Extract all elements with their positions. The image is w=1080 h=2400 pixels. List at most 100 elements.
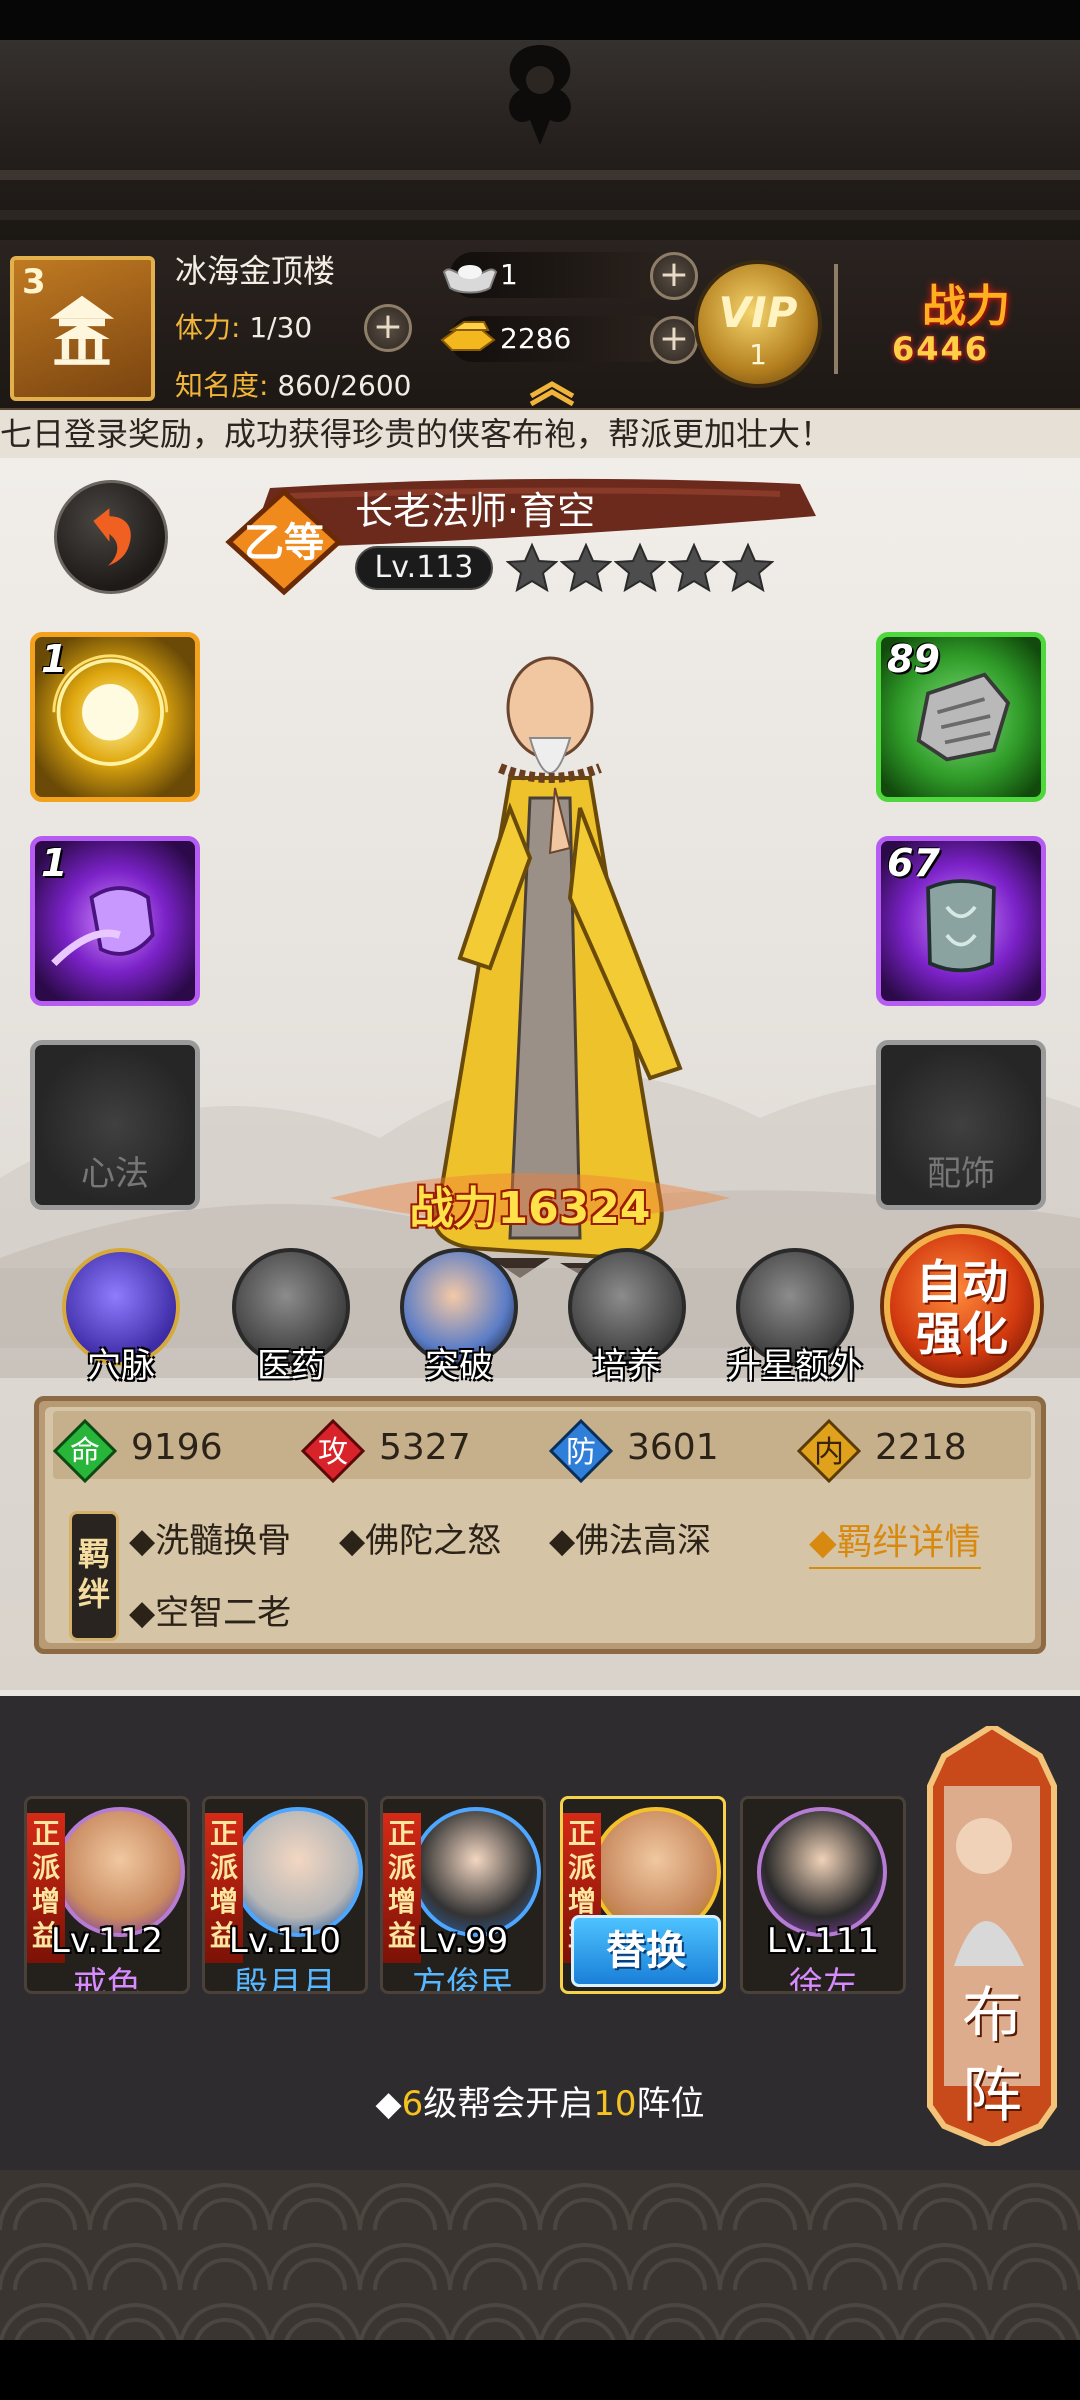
roof-decoration [0, 40, 1080, 240]
hero-portrait [55, 1807, 185, 1937]
internal-icon-text: 内 [814, 1435, 844, 1470]
vip-label: VIP [718, 288, 798, 337]
formation-tip: ◆6级帮会开启10阵位 [0, 2076, 1080, 2125]
skill-1-level: 1 [41, 637, 68, 681]
attack-value: 5327 [379, 1427, 471, 1468]
bond-tag: 羁绊 [69, 1511, 119, 1641]
hero-power-text: 战力16324 [330, 1172, 730, 1236]
roster-level: Lv.110 [228, 1921, 342, 1961]
gold-add-button[interactable]: + [650, 316, 698, 364]
system-nav-bar [0, 2340, 1080, 2400]
function-meridian[interactable]: 穴脉 [56, 1248, 186, 1388]
roster-name: 殷月月 [234, 1965, 336, 1994]
auto-strengthen-line2: 强化 [916, 1307, 1008, 1361]
roster-hero-card[interactable]: 正派增益 Lv.99 方俊民 [380, 1796, 546, 1994]
bond-item: ◆洗髓换骨 [129, 1521, 292, 1561]
function-star-extra[interactable]: 升星额外 [727, 1248, 863, 1388]
back-button[interactable] [54, 480, 168, 594]
swap-button[interactable]: 替换 [571, 1915, 721, 1987]
star-icon [560, 542, 612, 593]
chevron-up-icon[interactable] [527, 380, 577, 406]
guild-badge[interactable]: 3 [10, 256, 155, 401]
tip-guild-level: 6 [401, 2084, 424, 2124]
grade-text: 乙等 [244, 520, 324, 566]
announcement-text: 七日登录奖励，成功获得珍贵的侠客布袍，帮派更加壮大！ [0, 415, 833, 453]
silver-ingot-icon [442, 265, 498, 294]
bond-detail-link[interactable]: ◆羁绊详情 [809, 1513, 981, 1569]
attribute-panel: 命 9196 攻 5327 防 3601 内 2218 羁 绊 ◆洗髓换骨 ◆佛… [34, 1396, 1046, 1654]
hp-value: 9196 [131, 1427, 223, 1468]
function-breakthrough[interactable]: 突破 [394, 1248, 524, 1388]
function-label: 培养 [593, 1346, 661, 1386]
function-cultivate[interactable]: 培养 [562, 1248, 692, 1388]
equip-slot-gloves[interactable]: 89 [876, 632, 1046, 802]
accessory-slot[interactable]: 配饰 [876, 1040, 1046, 1210]
function-medicine[interactable]: 医药 [226, 1248, 356, 1388]
resource-header: 3 冰海金顶楼 体力: 1/30 + 知名度: 860/2600 1 + 228… [0, 240, 1080, 410]
bond-item: ◆佛陀之怒 [339, 1521, 502, 1561]
pavilion-icon [49, 295, 115, 365]
hero-level: Lv.113 [355, 546, 493, 590]
roster-name: 戒色 [73, 1965, 141, 1994]
auto-strengthen-label: 自动 强化 [890, 1256, 1034, 1360]
roster-hero-card[interactable]: 正派增益 Lv.110 殷月月 [202, 1796, 368, 1994]
function-label: 穴脉 [87, 1346, 155, 1386]
bond-item: ◆佛法高深 [549, 1521, 712, 1561]
stamina-label: 体力: [175, 311, 241, 344]
fame-label: 知名度: [175, 369, 269, 402]
announcement-marquee: 七日登录奖励，成功获得珍贵的侠客布袍，帮派更加壮大！ [0, 410, 1080, 458]
skill-slot-1[interactable]: 1 [30, 632, 200, 802]
back-arrow-icon [93, 508, 131, 566]
hero-portrait [757, 1807, 887, 1937]
function-label: 升星额外 [727, 1346, 863, 1386]
hero-name: 长老法师·育空 [355, 489, 596, 533]
internal-value: 2218 [875, 1427, 967, 1468]
star-icon [668, 542, 720, 593]
star-icon [722, 542, 774, 593]
attack-diamond-icon: 攻 [301, 1419, 365, 1483]
equip-slot-bracer[interactable]: 67 [876, 836, 1046, 1006]
auto-strengthen-button[interactable]: 自动 强化 [884, 1228, 1040, 1384]
cloud-ornament-icon [509, 45, 571, 145]
stamina-add-button[interactable]: + [364, 304, 412, 352]
tip-slot-count: 10 [593, 2084, 637, 2124]
vip-level: 1 [749, 338, 767, 371]
stamina-row: 体力: 1/30 [175, 306, 312, 346]
skill-slot-2[interactable]: 1 [30, 836, 200, 1006]
equip-bracer-level: 67 [887, 841, 940, 885]
function-label: 突破 [425, 1346, 493, 1386]
gold-value: 2286 [500, 322, 572, 355]
hero-portrait [411, 1807, 541, 1937]
tip-middle: 级帮会开启 [423, 2084, 594, 2124]
floor-pattern [0, 2170, 1080, 2340]
hero-power-value: 16324 [497, 1183, 651, 1234]
accessory-label: 配饰 [927, 1154, 995, 1194]
function-label: 医药 [257, 1346, 325, 1386]
star-rating [506, 542, 774, 594]
vip-badge[interactable]: VIP 1 [694, 260, 822, 388]
heart-method-label: 心法 [81, 1154, 149, 1194]
hero-power-banner: 战力16324 [330, 1158, 730, 1238]
roster-hero-card[interactable]: 正派增益 Lv.112 戒色 [24, 1796, 190, 1994]
heart-method-slot[interactable]: 心法 [30, 1040, 200, 1210]
total-power[interactable]: 战力 6446 [880, 260, 1070, 390]
team-roster: 正派增益 Lv.112 戒色 正派增益 Lv.110 殷月月 正派增益 Lv.9… [0, 1690, 1080, 2170]
header-divider [834, 264, 838, 374]
grade-badge-icon: 乙等 [225, 488, 343, 596]
game-screen: 3 冰海金顶楼 体力: 1/30 + 知名度: 860/2600 1 + 228… [0, 0, 1080, 2400]
star-icon [506, 542, 558, 593]
fame-row: 知名度: 860/2600 [175, 364, 411, 404]
roster-hero-card-selected[interactable]: 正派增益 替换 [560, 1796, 726, 1994]
defense-icon-text: 防 [566, 1435, 596, 1470]
silver-value: 1 [500, 258, 518, 291]
bond-item: ◆空智二老 [129, 1593, 292, 1633]
hp-diamond-icon: 命 [53, 1419, 117, 1483]
attribute-row: 命 9196 攻 5327 防 3601 内 2218 [53, 1411, 1031, 1483]
roster-name: 徐左 [789, 1965, 857, 1994]
skill-2-level: 1 [41, 841, 68, 885]
stamina-value: 1/30 [249, 311, 313, 344]
silver-add-button[interactable]: + [650, 252, 698, 300]
roster-hero-card[interactable]: Lv.111 徐左 [740, 1796, 906, 1994]
attack-icon-text: 攻 [318, 1435, 348, 1470]
hero-detail-panel: 乙等 长老法师·育空 Lv.113 1 1 心法 89 67 配饰 战力1632… [0, 458, 1080, 1690]
